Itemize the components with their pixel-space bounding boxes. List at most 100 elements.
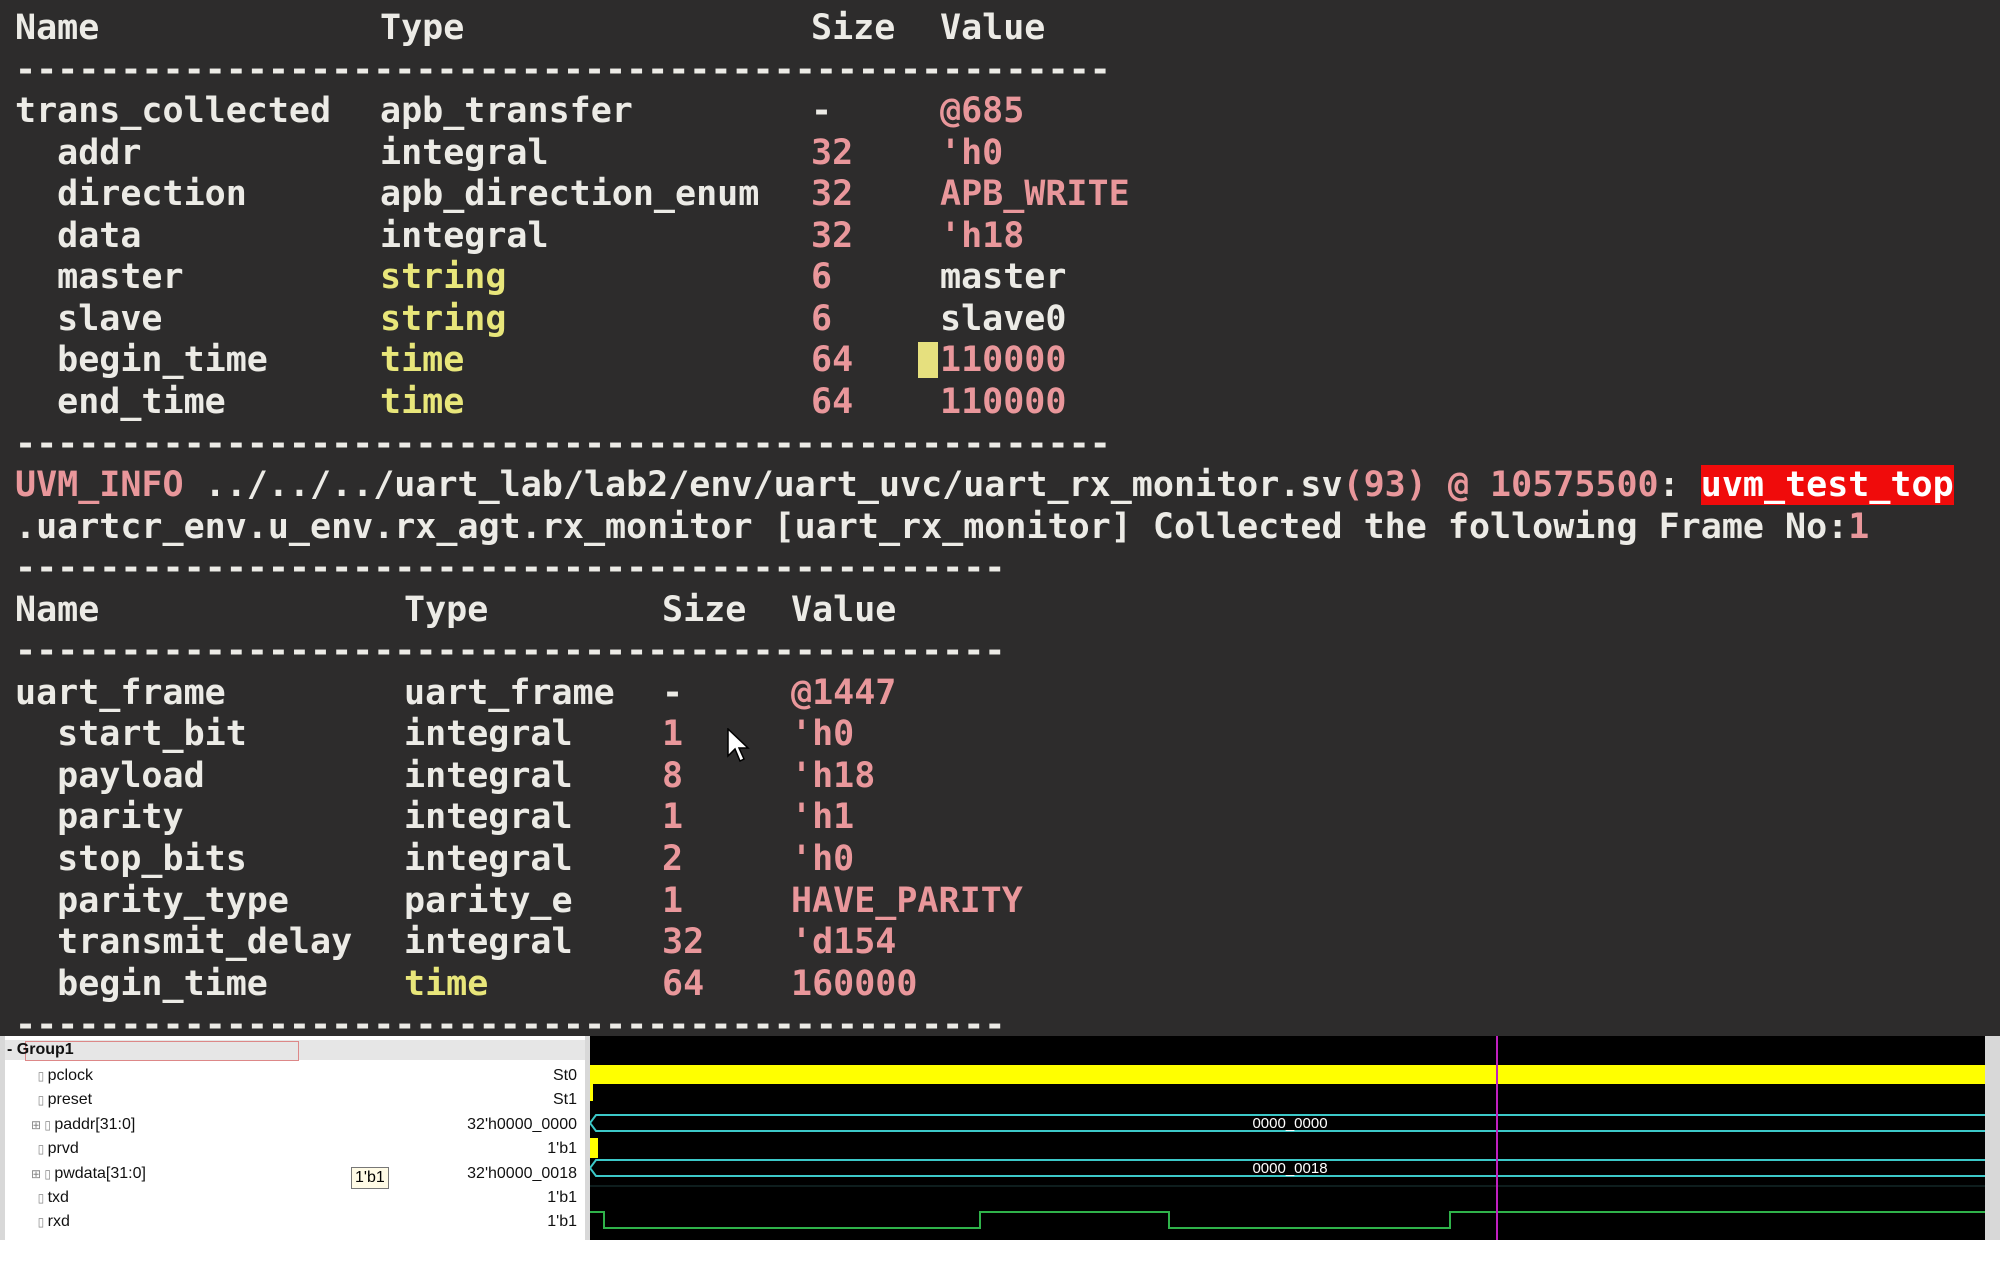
column-header-name: Name — [15, 8, 100, 48]
bus-value-label: 0000_0018 — [1252, 1160, 1327, 1177]
column-header-size: Size — [811, 8, 896, 48]
field-size: 1 — [662, 880, 684, 921]
log-time: 10575500 — [1490, 465, 1659, 506]
log-colon: : — [1658, 465, 1701, 506]
signal-pclock[interactable]: ▯ pclock — [31, 1066, 93, 1086]
signal-value: 1'b1 — [547, 1189, 577, 1206]
field-value: 'h0 — [791, 839, 855, 879]
signal-value: St1 — [552, 1091, 577, 1109]
signal-paddr[interactable]: ⊞ ▯ paddr[31:0] — [31, 1115, 135, 1135]
field-type: integral — [404, 714, 573, 755]
signal-icon: ▯ — [31, 1093, 48, 1108]
log-highlight: uvm_test_top — [1700, 465, 1954, 506]
signal-name: paddr[31:0] — [54, 1115, 136, 1133]
field-name: begin_time — [15, 340, 268, 381]
field-name: parity — [15, 797, 184, 838]
field-name: begin_time — [15, 963, 268, 1004]
signal-icon: ⊞ ▯ — [31, 1166, 55, 1181]
signal-name: pwdata[31:0] — [54, 1164, 146, 1182]
group-name: Group1 — [16, 1041, 74, 1058]
field-type: uart_frame — [404, 672, 615, 713]
preset-trace — [590, 1081, 593, 1101]
field-value: slave0 — [940, 298, 1067, 339]
field-value: 'h0 — [791, 714, 855, 755]
value-tooltip: 1'b1 — [351, 1167, 389, 1189]
log-frame_no: 1 — [1848, 506, 1870, 547]
field-type: apb_direction_enum — [380, 174, 760, 215]
field-value: HAVE_PARITY — [791, 880, 1023, 921]
signal-name: txd — [47, 1189, 69, 1206]
field-size: 32 — [811, 215, 854, 256]
signal-value: 1'b1 — [547, 1213, 577, 1231]
group-label[interactable]: - Group1 — [7, 1040, 74, 1060]
field-type: integral — [380, 132, 549, 173]
uvm-info-line-2: .uartcr_env.u_env.rx_agt.rx_monitor [uar… — [15, 506, 1869, 548]
signal-name: rxd — [47, 1213, 70, 1231]
separator: ----------------------------------------… — [15, 548, 1006, 589]
signal-pwdata[interactable]: ⊞ ▯ pwdata[31:0] — [31, 1164, 146, 1184]
field-type: time — [404, 963, 489, 1004]
field-size: 64 — [811, 340, 854, 381]
column-header-size: Size — [662, 589, 747, 630]
signal-name: preset — [47, 1091, 93, 1109]
signal-rxd[interactable]: ▯ rxd — [31, 1212, 70, 1232]
field-value: 'h18 — [791, 755, 876, 796]
log-tag: UVM_INFO — [15, 465, 184, 506]
field-name: direction — [15, 174, 247, 215]
field-name: start_bit — [15, 714, 247, 755]
waveform-plot[interactable]: 0000_0000 0000_0018 — [590, 1036, 1985, 1240]
field-size: 32 — [811, 132, 854, 173]
field-name: stop_bits — [15, 839, 247, 879]
field-name: uart_frame — [15, 672, 226, 713]
field-type: parity_e — [404, 880, 573, 921]
field-size: 64 — [811, 381, 854, 422]
signal-name: prvd — [47, 1140, 79, 1158]
field-type: string — [380, 298, 507, 339]
field-value: 'h18 — [940, 215, 1025, 256]
log-line2: .uartcr_env.u_env.rx_agt.rx_monitor [uar… — [15, 506, 1849, 547]
column-header-type: Type — [404, 589, 489, 630]
signal-txd[interactable]: ▯ txd — [31, 1188, 69, 1208]
field-size: 8 — [662, 755, 684, 796]
field-value: 110000 — [940, 340, 1067, 381]
field-name: parity_type — [15, 880, 289, 921]
field-value: 110000 — [940, 381, 1067, 422]
mouse-pointer-icon — [727, 728, 750, 763]
field-value: 'h0 — [940, 132, 1004, 173]
signal-value: St0 — [552, 1067, 577, 1084]
field-size: 32 — [811, 174, 854, 215]
signal-value: 32'h0000_0018 — [467, 1164, 577, 1182]
column-header-value: Value — [791, 589, 897, 630]
separator: ----------------------------------------… — [15, 423, 1111, 464]
field-type: string — [380, 257, 507, 298]
field-value: master — [940, 257, 1067, 298]
field-size: 1 — [662, 714, 684, 755]
log-line: (93) — [1342, 465, 1427, 506]
field-type: apb_transfer — [380, 91, 633, 132]
signal-prvd[interactable]: ▯ prvd — [31, 1139, 79, 1159]
field-type: time — [380, 381, 465, 422]
collapse-icon[interactable]: - — [7, 1041, 12, 1058]
field-name: end_time — [15, 381, 226, 422]
column-header-name: Name — [15, 589, 100, 630]
signal-preset[interactable]: ▯ preset — [31, 1090, 92, 1110]
rxd-trace — [590, 1211, 1985, 1229]
field-value: @1447 — [791, 672, 897, 713]
field-type: integral — [404, 839, 573, 879]
text-cursor — [918, 342, 938, 378]
field-value: @685 — [940, 91, 1025, 132]
signal-value: 32'h0000_0000 — [467, 1115, 577, 1133]
field-name: trans_collected — [15, 91, 332, 132]
field-size: 6 — [811, 298, 833, 339]
separator: ----------------------------------------… — [15, 49, 1111, 90]
signal-icon: ▯ — [31, 1142, 48, 1157]
signal-list: - Group1 1'b1 ▯ pclock St0 ▯ preset St1 ⊞ ▯… — [5, 1036, 585, 1240]
field-type: integral — [404, 797, 573, 838]
column-header-value: Value — [940, 8, 1046, 48]
field-size: 1 — [662, 797, 684, 838]
signal-icon: ▯ — [31, 1215, 48, 1230]
field-size: - — [662, 672, 684, 713]
field-value: 'h1 — [791, 797, 855, 838]
field-type: integral — [404, 755, 573, 796]
signal-icon: ▯ — [31, 1069, 48, 1083]
